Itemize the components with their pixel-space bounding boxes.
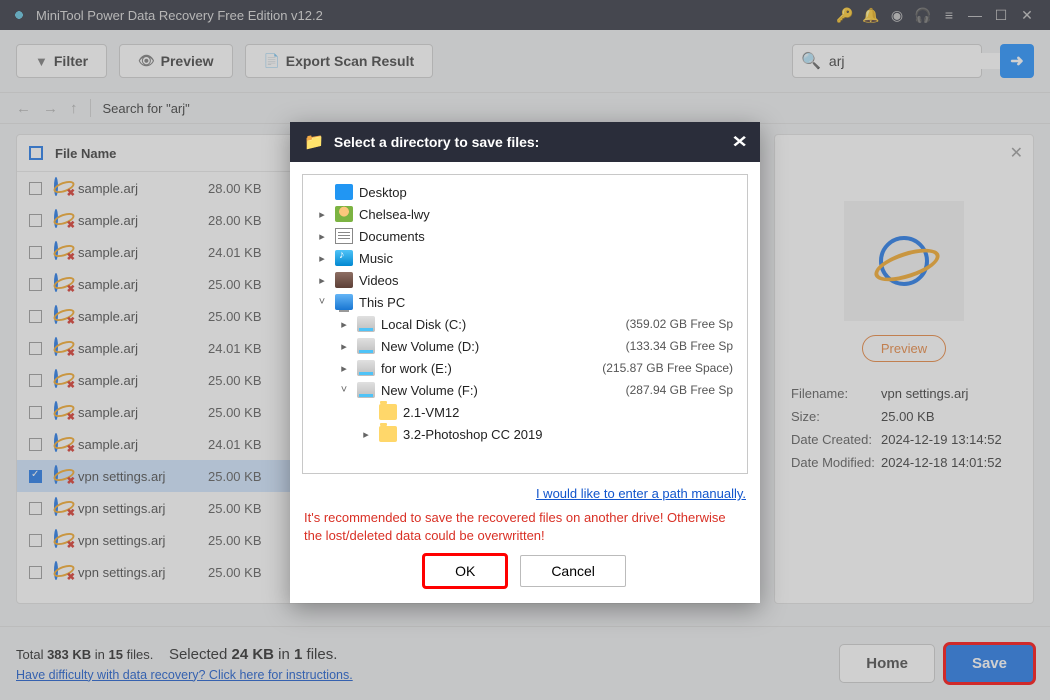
free-space: (215.87 GB Free Space) [602,361,739,375]
free-space: (133.34 GB Free Sp [626,339,739,353]
modal-titlebar: 📁 Select a directory to save files: ✕ [290,122,760,162]
tree-item[interactable]: ▸ 3.2-Photoshop CC 2019 [307,423,743,445]
expand-icon[interactable]: ▸ [337,318,351,331]
manual-path-link[interactable]: I would like to enter a path manually. [536,486,746,501]
tree-item[interactable]: ▸ Local Disk (C:) (359.02 GB Free Sp [307,313,743,335]
tree-label: Documents [359,229,425,244]
disk-icon [357,316,375,332]
expand-icon[interactable]: ˅ [337,384,351,396]
tree-item[interactable]: ▸ Music [307,247,743,269]
desktop-icon [335,184,353,200]
tree-item[interactable]: ▸ Documents [307,225,743,247]
folder-icon [379,426,397,442]
disk-icon [357,360,375,376]
tree-item[interactable]: ˅ This PC [307,291,743,313]
tree-item[interactable]: ▸ Chelsea-lwy [307,203,743,225]
doc-icon [335,228,353,244]
tree-label: Videos [359,273,399,288]
expand-icon[interactable]: ▸ [337,362,351,375]
tree-label: This PC [359,295,405,310]
expand-icon[interactable]: ▸ [315,252,329,265]
tree-label: Local Disk (C:) [381,317,466,332]
warning-text: It's recommended to save the recovered f… [290,509,760,555]
tree-item[interactable]: ▸ New Volume (D:) (133.34 GB Free Sp [307,335,743,357]
tree-label: New Volume (D:) [381,339,479,354]
cancel-button[interactable]: Cancel [520,555,626,587]
expand-icon[interactable]: ▸ [315,274,329,287]
disk-icon [357,382,375,398]
expand-icon[interactable]: ▸ [315,208,329,221]
tree-label: 3.2-Photoshop CC 2019 [403,427,542,442]
expand-icon[interactable]: ▸ [359,428,373,441]
directory-tree[interactable]: Desktop ▸ Chelsea-lwy ▸ Documents ▸ Music ▸ Vide… [302,174,748,474]
folder-icon [379,404,397,420]
tree-label: Chelsea-lwy [359,207,430,222]
save-directory-modal: 📁 Select a directory to save files: ✕ De… [290,122,760,603]
tree-label: 2.1-VM12 [403,405,459,420]
video-icon [335,272,353,288]
tree-item[interactable]: ▸ for work (E:) (215.87 GB Free Space) [307,357,743,379]
free-space: (359.02 GB Free Sp [626,317,739,331]
tree-item[interactable]: 2.1-VM12 [307,401,743,423]
folder-search-icon: 📁 [304,132,324,152]
ok-button[interactable]: OK [424,555,506,587]
tree-label: New Volume (F:) [381,383,478,398]
expand-icon[interactable]: ˅ [315,296,329,308]
music-icon [335,250,353,266]
tree-label: for work (E:) [381,361,452,376]
tree-item[interactable]: ˅ New Volume (F:) (287.94 GB Free Sp [307,379,743,401]
tree-item[interactable]: Desktop [307,181,743,203]
pc-icon [335,294,353,310]
free-space: (287.94 GB Free Sp [626,383,739,397]
disk-icon [357,338,375,354]
modal-close-icon[interactable]: ✕ [731,132,747,152]
expand-icon[interactable]: ▸ [337,340,351,353]
user-icon [335,206,353,222]
expand-icon[interactable]: ▸ [315,230,329,243]
tree-label: Desktop [359,185,407,200]
tree-label: Music [359,251,393,266]
tree-item[interactable]: ▸ Videos [307,269,743,291]
